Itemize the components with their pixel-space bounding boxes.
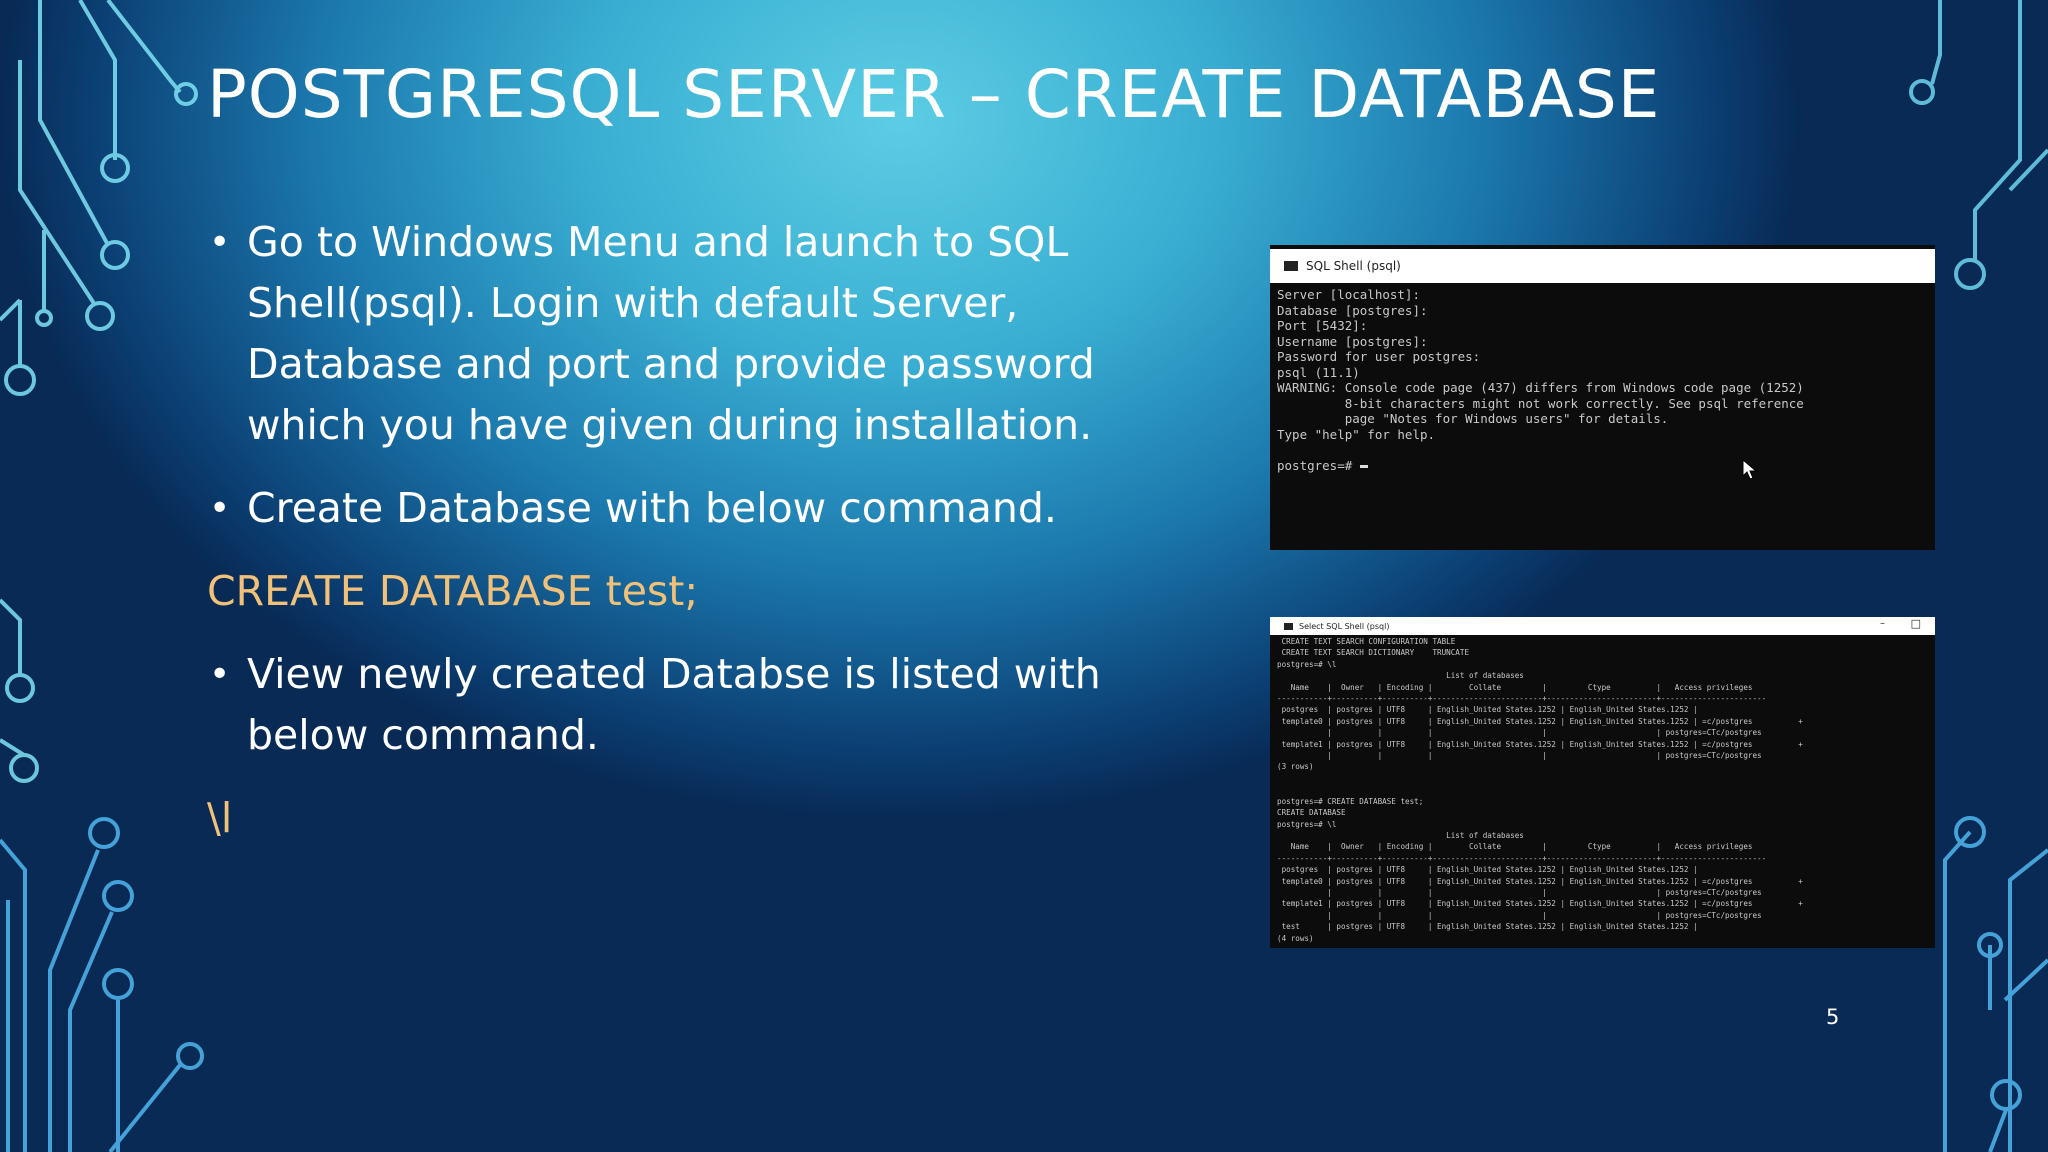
terminal-line: -----------+----------+----------+------…: [1277, 853, 1767, 863]
mouse-pointer-icon: [1742, 459, 1758, 480]
bullet-launch-psql: • Go to Windows Menu and launch to SQL S…: [207, 212, 1107, 456]
terminal-line: Type "help" for help.: [1277, 426, 1436, 442]
slide-title: POSTGRESQL SERVER – CREATE DATABASE: [207, 56, 1661, 133]
terminal-line: (3 rows): [1277, 762, 1314, 772]
terminal-output: Server [localhost]: Database [postgres]: P…: [1270, 283, 1935, 473]
terminal-titlebar: SQL Shell (psql): [1270, 245, 1935, 283]
terminal-line: -----------+----------+----------+------…: [1277, 694, 1767, 704]
terminal-line: Port [5432]:: [1277, 318, 1368, 333]
page-number: 5: [1826, 1005, 1840, 1029]
terminal-line: Database [postgres]:: [1277, 302, 1428, 318]
terminal-line: template0 | postgres | UTF8 | English_Un…: [1277, 876, 1803, 886]
terminal-app-icon: [1284, 261, 1298, 271]
terminal-line: 8-bit characters might not work correctl…: [1277, 395, 1804, 411]
terminal-title: Select SQL Shell (psql): [1299, 621, 1390, 631]
terminal-line: CREATE TEXT SEARCH CONFIGURATION TABLE: [1277, 637, 1456, 646]
terminal-line: WARNING: Console code page (437) differs…: [1277, 380, 1804, 395]
terminal-line: | | | | | postgres=CTc/postgres: [1277, 910, 1762, 920]
code-create-database: CREATE DATABASE test;: [207, 567, 699, 615]
terminal-line: CREATE DATABASE: [1277, 808, 1346, 818]
terminal-line: template1 | postgres | UTF8 | English_Un…: [1277, 899, 1803, 909]
bullet-list-databases: • View newly created Databse is listed w…: [207, 644, 1107, 766]
terminal-line: postgres=# CREATE DATABASE test;: [1277, 796, 1424, 806]
code-list-command: \l: [207, 794, 233, 842]
terminal-line: postgres | postgres | UTF8 | English_Uni…: [1277, 865, 1698, 875]
terminal-line: | | | | | postgres=CTc/postgres: [1277, 728, 1762, 738]
terminal-line: Name | Owner | Encoding | Collate | Ctyp…: [1277, 682, 1753, 692]
bullet-dot-icon: •: [209, 222, 231, 263]
terminal-line: | | | | | postgres=CTc/postgres: [1277, 887, 1762, 897]
bullet-create-database: • Create Database with below command.: [207, 478, 1107, 539]
terminal-line: template1 | postgres | UTF8 | English_Un…: [1277, 739, 1803, 749]
slide-content: • Go to Windows Menu and launch to SQL S…: [207, 212, 1107, 871]
terminal-output: CREATE TEXT SEARCH CONFIGURATION TABLE C…: [1270, 635, 1935, 944]
terminal-line: CREATE TEXT SEARCH DICTIONARY TRUNCATE: [1277, 648, 1470, 658]
bullet-text: Go to Windows Menu and launch to SQL She…: [247, 218, 1095, 449]
terminal-line: test | postgres | UTF8 | English_United …: [1277, 922, 1698, 932]
terminal-line: Name | Owner | Encoding | Collate | Ctyp…: [1277, 842, 1753, 852]
bullet-dot-icon: •: [209, 488, 231, 529]
terminal-line: postgres | postgres | UTF8 | English_Uni…: [1277, 705, 1698, 715]
terminal-line: List of databases: [1277, 830, 1524, 840]
minimize-button[interactable]: –: [1880, 618, 1885, 629]
terminal-line: (4 rows): [1277, 933, 1314, 943]
maximize-button[interactable]: □: [1911, 617, 1921, 630]
bullet-text: View newly created Databse is listed wit…: [247, 650, 1101, 759]
terminal-line: postgres=# \l: [1277, 659, 1337, 669]
terminal-line: page "Notes for Windows users" for detai…: [1277, 411, 1669, 426]
bullet-text: Create Database with below command.: [247, 484, 1057, 532]
bullet-dot-icon: •: [209, 654, 231, 695]
terminal-titlebar: Select SQL Shell (psql) – □: [1270, 617, 1935, 635]
terminal-app-icon: [1284, 622, 1293, 630]
terminal-title: SQL Shell (psql): [1306, 259, 1401, 273]
terminal-line: Username [postgres]:: [1277, 333, 1428, 349]
terminal-line: postgres=#: [1277, 458, 1935, 474]
psql-login-screenshot: SQL Shell (psql) Server [localhost]: Data…: [1270, 245, 1935, 550]
terminal-line: | | | | | postgres=CTc/postgres: [1277, 751, 1762, 761]
psql-list-databases-screenshot: Select SQL Shell (psql) – □ CREATE TEXT …: [1270, 617, 1935, 948]
text-cursor: [1359, 464, 1368, 468]
terminal-line: postgres=# \l: [1277, 819, 1337, 829]
terminal-line: List of databases: [1277, 671, 1524, 681]
terminal-line: Server [localhost]:: [1277, 287, 1420, 302]
terminal-line: Password for user postgres:: [1277, 349, 1481, 364]
terminal-line: template0 | postgres | UTF8 | English_Un…: [1277, 716, 1803, 726]
terminal-line: psql (11.1): [1277, 364, 1360, 380]
